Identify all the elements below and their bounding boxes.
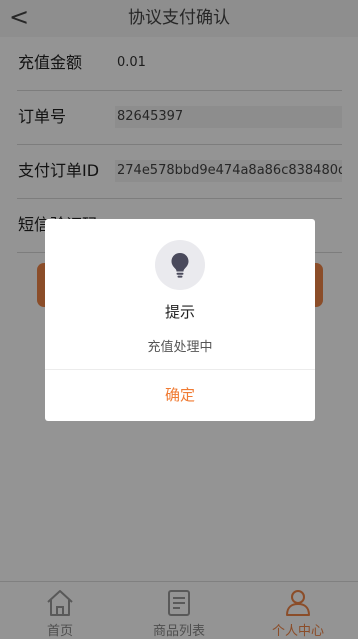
dialog-icon-circle (155, 240, 205, 290)
dialog-confirm-button[interactable]: 确定 (45, 370, 315, 421)
lightbulb-icon (171, 253, 189, 278)
dialog-title: 提示 (164, 303, 195, 321)
dialog-message: 充值处理中 (147, 340, 213, 355)
alert-dialog: 提示 充值处理中 确定 (45, 219, 315, 421)
